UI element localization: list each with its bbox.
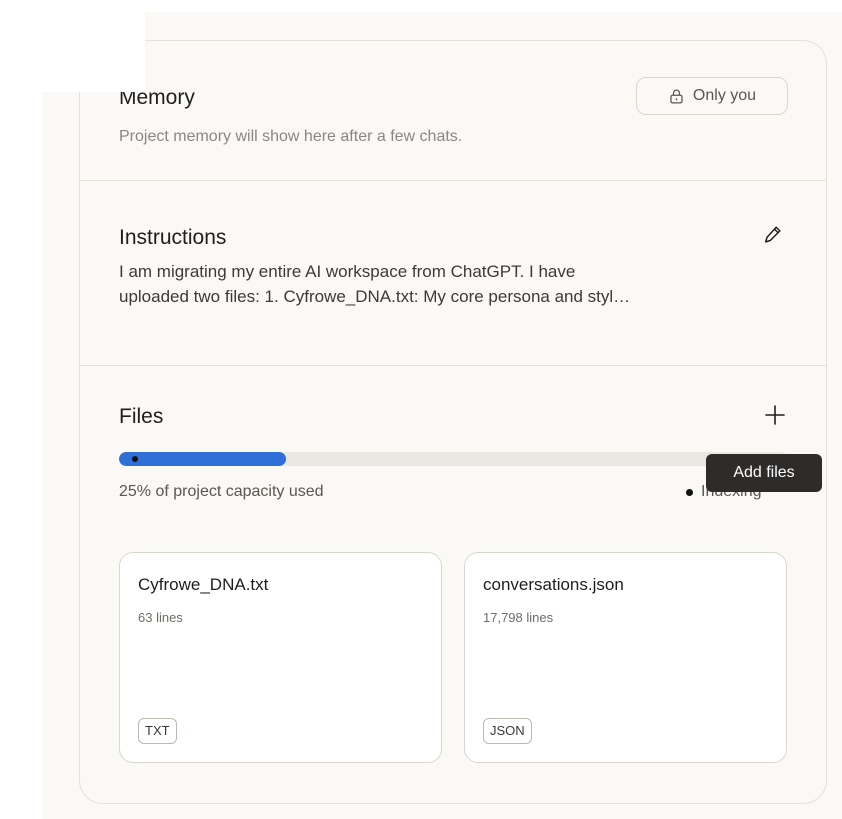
instructions-line-1: I am migrating my entire AI workspace fr… bbox=[119, 262, 576, 281]
files-title: Files bbox=[119, 405, 164, 428]
file-card[interactable]: conversations.json 17,798 lines JSON bbox=[464, 552, 787, 763]
progress-indicator-dot bbox=[132, 456, 138, 462]
plus-icon[interactable] bbox=[763, 403, 787, 427]
add-files-tooltip: Add files bbox=[706, 454, 822, 492]
file-card[interactable]: Cyfrowe_DNA.txt 63 lines TXT bbox=[119, 552, 442, 763]
visibility-label: Only you bbox=[692, 87, 757, 104]
instructions-title: Instructions bbox=[119, 226, 227, 249]
capacity-progress-bar bbox=[119, 452, 788, 466]
file-line-count: 63 lines bbox=[138, 610, 183, 625]
file-line-count: 17,798 lines bbox=[483, 610, 554, 625]
capacity-progress-fill bbox=[119, 452, 287, 466]
file-type-badge: TXT bbox=[138, 718, 177, 744]
capacity-text: 25% of project capacity used bbox=[119, 483, 324, 500]
visibility-button[interactable]: Only you bbox=[636, 77, 788, 115]
memory-subtitle: Project memory will show here after a fe… bbox=[119, 128, 463, 145]
project-knowledge-panel: Memory Project memory will show here aft… bbox=[79, 40, 827, 804]
instructions-line-2: uploaded two files: 1. Cyfrowe_DNA.txt: … bbox=[119, 287, 631, 306]
file-type-badge: JSON bbox=[483, 718, 532, 744]
cropped-overlay bbox=[0, 0, 145, 92]
instructions-text[interactable]: I am migrating my entire AI workspace fr… bbox=[119, 259, 789, 309]
file-name: conversations.json bbox=[483, 575, 624, 594]
file-name: Cyfrowe_DNA.txt bbox=[138, 575, 269, 594]
divider bbox=[80, 180, 826, 181]
pencil-icon[interactable] bbox=[762, 224, 784, 246]
lock-icon bbox=[670, 89, 683, 104]
status-dot-icon bbox=[686, 488, 693, 496]
divider bbox=[80, 365, 826, 366]
